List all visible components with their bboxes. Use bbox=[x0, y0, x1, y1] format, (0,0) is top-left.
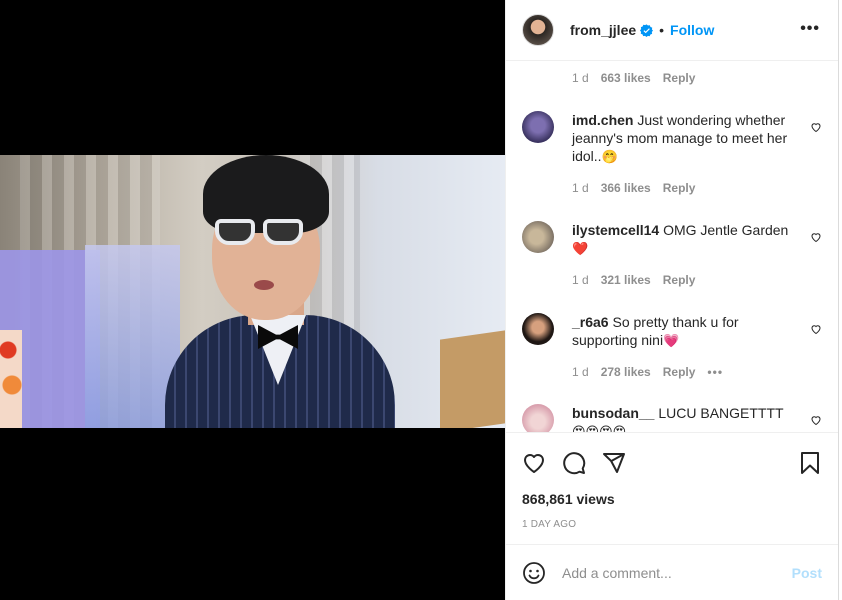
comment-meta: 1 d 278 likes Reply ••• bbox=[572, 365, 723, 379]
comment-item: imd.chen Just wondering whether jeanny's… bbox=[522, 111, 828, 201]
commenter-avatar[interactable] bbox=[522, 221, 554, 253]
heart-icon[interactable] bbox=[522, 451, 546, 475]
post-media[interactable] bbox=[0, 0, 505, 600]
verified-badge-icon bbox=[640, 23, 654, 37]
comment-emoji: 💗 bbox=[663, 334, 680, 349]
sunglasses bbox=[215, 217, 307, 251]
post-button[interactable]: Post bbox=[792, 565, 822, 581]
commenter-avatar[interactable] bbox=[522, 313, 554, 345]
comment-item: 1 d 663 likes Reply bbox=[522, 71, 828, 91]
comment-meta: 1 d 321 likes Reply bbox=[572, 273, 695, 287]
comments-list[interactable]: 1 d 663 likes Reply imd.chen Just wonder… bbox=[506, 61, 838, 432]
paper-plane-icon[interactable] bbox=[602, 451, 626, 475]
reply-button[interactable]: Reply bbox=[663, 71, 696, 85]
like-comment-heart-icon[interactable] bbox=[810, 231, 822, 243]
like-comment-heart-icon[interactable] bbox=[810, 121, 822, 133]
reply-button[interactable]: Reply bbox=[663, 365, 696, 379]
comment-meta: 1 d 663 likes Reply bbox=[572, 71, 695, 85]
reply-button[interactable]: Reply bbox=[663, 273, 696, 287]
comment-input[interactable] bbox=[562, 564, 792, 581]
flowers bbox=[0, 330, 22, 428]
view-count[interactable]: 868,861 views bbox=[522, 491, 615, 507]
comment-time: 1 d bbox=[572, 181, 589, 195]
comment-emoji: 😍😍😍😍 bbox=[572, 425, 626, 432]
like-comment-heart-icon[interactable] bbox=[810, 414, 822, 426]
video-player[interactable] bbox=[0, 155, 505, 428]
comment-likes[interactable]: 366 likes bbox=[601, 181, 651, 195]
like-comment-heart-icon[interactable] bbox=[810, 323, 822, 335]
post-sidebar: from_jjlee • Follow ••• 1 d 663 likes Re… bbox=[505, 0, 839, 600]
comment-body: imd.chen Just wondering whether jeanny's… bbox=[572, 111, 796, 167]
comment-options-icon[interactable]: ••• bbox=[707, 365, 723, 379]
comment-time: 1 d bbox=[572, 273, 589, 287]
more-options-icon[interactable]: ••• bbox=[800, 20, 820, 38]
comment-likes[interactable]: 278 likes bbox=[601, 365, 651, 379]
bookmark-icon[interactable] bbox=[798, 451, 822, 475]
post-actions: 868,861 views 1 DAY AGO bbox=[506, 432, 838, 544]
commenter-username[interactable]: _r6a6 bbox=[572, 314, 609, 330]
commenter-avatar[interactable] bbox=[522, 404, 554, 432]
comment-body: _r6a6 So pretty thank u for supporting n… bbox=[572, 313, 796, 351]
comment-text: LUCU BANGETTTT bbox=[658, 405, 784, 421]
comment-meta: 1 d 366 likes Reply bbox=[572, 181, 695, 195]
comment-composer: Post bbox=[506, 544, 838, 600]
mouth bbox=[254, 280, 274, 290]
comment-time: 1 d bbox=[572, 71, 589, 85]
comment-item: ilystemcell14 OMG Jentle Garden ❤️ 1 d 32… bbox=[522, 221, 828, 291]
comment-item: bunsodan__ LUCU BANGETTTT 😍😍😍😍 bbox=[522, 404, 828, 432]
reply-button[interactable]: Reply bbox=[663, 181, 696, 195]
cardboard-box bbox=[440, 330, 505, 428]
separator-dot: • bbox=[659, 22, 665, 38]
comment-body: bunsodan__ LUCU BANGETTTT 😍😍😍😍 bbox=[572, 404, 796, 432]
commenter-avatar[interactable] bbox=[522, 111, 554, 143]
comment-likes[interactable]: 663 likes bbox=[601, 71, 651, 85]
commenter-username[interactable]: ilystemcell14 bbox=[572, 222, 659, 238]
comment-bubble-icon[interactable] bbox=[562, 451, 586, 475]
post-header: from_jjlee • Follow ••• bbox=[506, 0, 838, 61]
comment-likes[interactable]: 321 likes bbox=[601, 273, 651, 287]
comment-body: ilystemcell14 OMG Jentle Garden ❤️ bbox=[572, 221, 796, 259]
author-username[interactable]: from_jjlee bbox=[570, 22, 636, 38]
smiley-icon[interactable] bbox=[522, 561, 546, 585]
author-avatar[interactable] bbox=[522, 14, 554, 46]
comment-emoji: ❤️ bbox=[572, 242, 589, 257]
post-date[interactable]: 1 DAY AGO bbox=[522, 519, 576, 530]
comment-text: OMG Jentle Garden bbox=[663, 222, 789, 238]
follow-button[interactable]: Follow bbox=[670, 22, 714, 38]
comment-emoji: 🤭 bbox=[601, 150, 618, 165]
commenter-username[interactable]: bunsodan__ bbox=[572, 405, 654, 421]
commenter-username[interactable]: imd.chen bbox=[572, 112, 633, 128]
comment-time: 1 d bbox=[572, 365, 589, 379]
comment-item: _r6a6 So pretty thank u for supporting n… bbox=[522, 313, 828, 383]
